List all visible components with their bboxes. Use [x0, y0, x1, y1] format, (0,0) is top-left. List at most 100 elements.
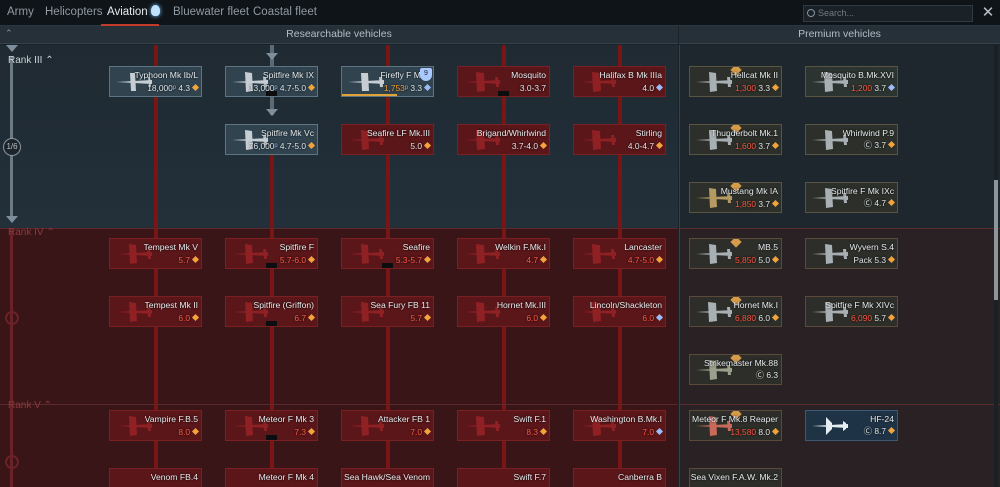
vehicle-name: Mosquito [511, 70, 546, 80]
vehicle-card-swift-f7[interactable]: Swift F.7 [457, 468, 550, 487]
diamond-icon [655, 427, 664, 436]
battle-rating: 4.7-5.0 [279, 141, 306, 151]
vehicle-card-swift-f1[interactable]: Swift F.1 8.3 [457, 410, 550, 441]
vehicle-card-typhoon[interactable]: Typhoon Mk Ib/L 18,000ᵖ 4.3 [109, 66, 202, 97]
plane-icon [812, 417, 848, 435]
vehicle-card-sea-hawk[interactable]: Sea Hawk/Sea Venom [341, 468, 434, 487]
premium-card-strikemaster[interactable]: Strikemaster Mk.88 Ⓒ 6.3 [689, 354, 782, 385]
vehicle-name: Vampire F.B.5 [144, 414, 198, 424]
vehicle-card-canberra[interactable]: Canberra B [573, 468, 666, 487]
vehicle-card-meteor-4[interactable]: Meteor F Mk 4 [225, 468, 318, 487]
rank-label-v[interactable]: Rank V ⌃ [8, 400, 52, 411]
vehicle-info: 4.0-4.7 [628, 141, 664, 151]
vehicle-name: Swift F.1 [513, 414, 546, 424]
vehicle-info: 1,300 3.3 [735, 83, 780, 93]
vehicle-name: Spitfire F Mk XIVc [825, 300, 894, 310]
vehicle-card-seafire[interactable]: Seafire 5.3-5.7 [341, 238, 434, 269]
diamond-icon [655, 141, 664, 150]
premium-card-sea-vixen[interactable]: Sea Vixen F.A.W. Mk.2 [689, 468, 782, 487]
tab-army[interactable]: Army [7, 0, 34, 26]
diamond-icon [539, 141, 548, 150]
research-cost: 1,753 [383, 83, 405, 93]
crew-badge-icon: 9 [420, 68, 432, 81]
close-icon[interactable]: ✕ [978, 3, 998, 23]
vehicle-name: Spitfire (Griffon) [253, 300, 315, 310]
slot-marker [266, 435, 277, 440]
tab-bluewater-fleet[interactable]: Bluewater fleet [173, 0, 249, 26]
collapse-all-icon[interactable]: ⌃ [5, 28, 13, 39]
premium-card-thunderbolt[interactable]: Thunderbolt Mk.1 1,600 3.7 [689, 124, 782, 155]
premium-card-mosquito-xvi[interactable]: Mosquito B.Mk.XVI 1,200 3.7 [805, 66, 898, 97]
rank-node-icon [5, 311, 19, 325]
vehicle-card-tempest-v[interactable]: Tempest Mk V 5.7 [109, 238, 202, 269]
rank-label-iv[interactable]: Rank IV ⌃ [8, 227, 55, 238]
vehicle-name: Washington B.Mk.I [590, 414, 662, 424]
premium-card-spitfire-ixc[interactable]: Spitfire F Mk IXc Ⓒ 4.7 [805, 182, 898, 213]
vehicle-card-seafire-lf[interactable]: Seafire LF Mk.III 5.0 [341, 124, 434, 155]
vehicle-info: 7.3 [294, 427, 316, 437]
vehicle-card-lincoln[interactable]: Lincoln/Shackleton 6.0 [573, 296, 666, 327]
event-icon: Ⓒ [863, 426, 873, 436]
vehicle-card-sea-fury[interactable]: Sea Fury FB 11 5.7 [341, 296, 434, 327]
vehicle-card-spitfire-griffon[interactable]: Spitfire (Griffon) 6.7 [225, 296, 318, 327]
vehicle-info: 3.7-4.0 [512, 141, 548, 151]
battle-rating: 5.7 [178, 255, 190, 265]
tab-helicopters[interactable]: Helicopters [45, 0, 103, 26]
premium-card-mustang[interactable]: Mustang Mk IA 1,850 3.7 [689, 182, 782, 213]
vehicle-info: 4.7 [526, 255, 548, 265]
vehicle-info: Ⓒ 3.7 [864, 139, 896, 151]
battle-rating: 3.0-3.7 [519, 83, 546, 93]
vehicle-card-venom[interactable]: Venom FB.4 [109, 468, 202, 487]
vehicle-card-tempest-ii[interactable]: Tempest Mk II 6.0 [109, 296, 202, 327]
vehicle-card-vampire[interactable]: Vampire F.B.5 8.0 [109, 410, 202, 441]
battle-rating: 4.7-5.0 [627, 255, 654, 265]
vehicle-card-spitfire-mk-ix[interactable]: Spitfire Mk IX 13,000ᵖ 4.7-5.0 [225, 66, 318, 97]
premium-card-mb5[interactable]: MB.5 5,850 5.0 [689, 238, 782, 269]
vehicle-card-spitfire-mk-vc[interactable]: Spitfire Mk Vc 76,000ᵖ 4.7-5.0 [225, 124, 318, 155]
battle-rating: 6.0 [758, 313, 770, 323]
vehicle-card-attacker[interactable]: Attacker FB 1 7.0 [341, 410, 434, 441]
vehicle-card-meteor-3[interactable]: Meteor F Mk 3 7.3 [225, 410, 318, 441]
research-progress-bar [342, 94, 397, 96]
vehicle-card-spitfire-f[interactable]: Spitfire F 5.7-6.0 [225, 238, 318, 269]
battle-rating: 8.0 [758, 427, 770, 437]
plane-icon [348, 244, 384, 264]
vehicle-name: Seafire [402, 242, 430, 252]
scrollbar-thumb[interactable] [994, 180, 998, 300]
premium-card-hf24[interactable]: HF-24 Ⓒ 8.7 [805, 410, 898, 441]
rank-label-iii[interactable]: Rank III ⌃ [8, 55, 54, 66]
search-icon [807, 9, 815, 17]
vehicle-info: 3.0-3.7 [520, 83, 546, 93]
vehicle-card-lancaster[interactable]: Lancaster 4.7-5.0 [573, 238, 666, 269]
vehicle-info: 1,753ᵖ 3.3 [383, 83, 432, 93]
vehicle-card-washington[interactable]: Washington B.Mk.I 7.0 [573, 410, 666, 441]
tab-aviation[interactable]: Aviation [101, 0, 160, 26]
vehicle-card-halifax[interactable]: Halifax B Mk IIIa 4.0 [573, 66, 666, 97]
premium-card-whirlwind[interactable]: Whirlwind P.9 Ⓒ 3.7 [805, 124, 898, 155]
premium-card-spitfire-xivc[interactable]: Spitfire F Mk XIVc 6,090 5.7 [805, 296, 898, 327]
event-icon: Ⓒ [755, 370, 765, 380]
vehicle-name: Lincoln/Shackleton [589, 300, 662, 310]
premium-card-hornet-i[interactable]: Hornet Mk.I 6,880 6.0 [689, 296, 782, 327]
vehicle-name: Wyvern S.4 [849, 242, 894, 252]
battle-rating: 8.0 [178, 427, 190, 437]
premium-card-wyvern[interactable]: Wyvern S.4 Pack 5.3 [805, 238, 898, 269]
premium-card-meteor-8[interactable]: Meteor F Mk.8 Reaper 13,580 8.0 [689, 410, 782, 441]
vehicle-card-hornet-iii[interactable]: Hornet Mk.III 6.0 [457, 296, 550, 327]
tab-coastal-fleet[interactable]: Coastal fleet [253, 0, 317, 26]
vehicle-card-mosquito[interactable]: Mosquito 3.0-3.7 [457, 66, 550, 97]
premium-card-hellcat[interactable]: Hellcat Mk II 1,300 3.3 [689, 66, 782, 97]
slot-marker [266, 91, 277, 96]
rank-divider [0, 228, 678, 229]
vehicle-name: Canberra B [618, 472, 662, 482]
search-input[interactable]: Search... [803, 5, 973, 22]
vehicle-card-stirling[interactable]: Stirling 4.0-4.7 [573, 124, 666, 155]
vehicle-card-brigand[interactable]: Brigand/Whirlwind 3.7-4.0 [457, 124, 550, 155]
vehicle-info: 1,850 3.7 [735, 199, 780, 209]
vehicle-card-firefly[interactable]: Firefly F Mk I 1,753ᵖ 3.3 9 [341, 66, 434, 97]
vehicle-name: Whirlwind P.9 [842, 128, 894, 138]
vehicle-card-welkin[interactable]: Welkin F.Mk.I 4.7 [457, 238, 550, 269]
battle-rating: 5.7 [874, 313, 886, 323]
battle-rating: 3.7 [874, 140, 886, 150]
vehicle-name: Meteor F Mk 3 [258, 414, 314, 424]
